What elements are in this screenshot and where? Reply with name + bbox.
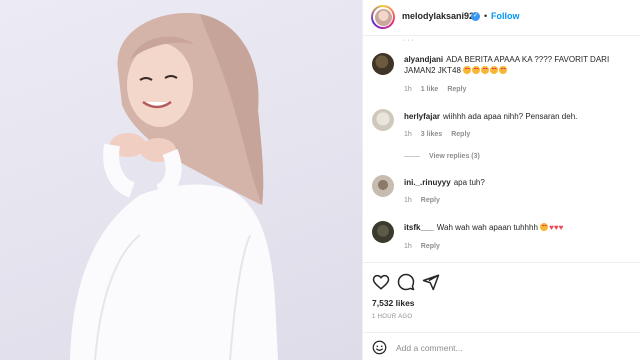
post-timestamp: 1 HOUR AGO xyxy=(372,314,413,320)
comment-meta: 1h Reply xyxy=(404,197,440,204)
comment-username[interactable]: alyandjani xyxy=(404,55,443,64)
follow-button[interactable]: Follow xyxy=(491,11,520,21)
commenter-avatar[interactable] xyxy=(372,53,394,75)
comment-text: alyandjani ADA BERITA APAAA KA ???? FAVOR… xyxy=(404,54,636,76)
scroll-fade: · · · xyxy=(403,37,414,44)
view-replies-button[interactable]: View replies (3) xyxy=(404,153,480,160)
comment-bubble-icon[interactable] xyxy=(397,273,415,291)
paper-plane-icon[interactable] xyxy=(422,273,440,291)
comment-time: 1h xyxy=(404,131,412,138)
comment-time: 1h xyxy=(404,197,412,204)
comment-body: apa tuh? xyxy=(453,178,485,187)
comment-time: 1h xyxy=(404,86,412,93)
comment-input[interactable] xyxy=(396,340,632,355)
heart-icon: ♥♥♥ xyxy=(549,223,564,232)
post-sidebar: melodylaksani92 ✓ • Follow · · · alyandj… xyxy=(362,0,640,360)
likes-count[interactable]: 7,532 likes xyxy=(372,298,415,308)
comment-username[interactable]: itsfk___ xyxy=(404,223,434,232)
comment-meta: 1h Reply xyxy=(404,243,440,250)
comment-time: 1h xyxy=(404,243,412,250)
reply-button[interactable]: Reply xyxy=(421,197,440,204)
comment-likes[interactable]: 3 likes xyxy=(421,131,442,138)
comment-text: itsfk___ Wah wah wah apaan tuhhhh ♥♥♥ xyxy=(404,222,636,233)
comment-body: wiihhh ada apaa nihh? Pensaran deh. xyxy=(443,112,578,121)
comment-meta: 1h 1 like Reply xyxy=(404,86,466,93)
view-replies-label: View replies (3) xyxy=(429,153,480,160)
author-username[interactable]: melodylaksani92 xyxy=(402,11,474,21)
add-comment-bar xyxy=(363,332,640,360)
post-photo[interactable] xyxy=(0,0,362,360)
heart-eyes-face-icon xyxy=(463,66,508,75)
smiley-icon[interactable] xyxy=(372,340,387,355)
comment-text: ini._.rinuyyy apa tuh? xyxy=(404,177,636,188)
reply-button[interactable]: Reply xyxy=(447,86,466,93)
heart-outline-icon[interactable] xyxy=(372,273,390,291)
comment-username[interactable]: herlyfajar xyxy=(404,112,440,121)
post-header: melodylaksani92 ✓ • Follow xyxy=(363,0,640,36)
comments-list[interactable]: · · · alyandjani ADA BERITA APAAA KA ????… xyxy=(363,36,640,260)
header-separator: • xyxy=(484,11,488,21)
reply-button[interactable]: Reply xyxy=(451,131,470,138)
reply-button[interactable]: Reply xyxy=(421,243,440,250)
comment-likes[interactable]: 1 like xyxy=(421,86,439,93)
commenter-avatar[interactable] xyxy=(372,109,394,131)
post-actions xyxy=(363,262,640,298)
commenter-avatar[interactable] xyxy=(372,175,394,197)
comment-username[interactable]: ini._.rinuyyy xyxy=(404,178,451,187)
post-image xyxy=(70,13,278,360)
comment-meta: 1h 3 likes Reply xyxy=(404,131,470,138)
heart-eyes-face-icon xyxy=(540,223,549,231)
verified-badge-icon: ✓ xyxy=(471,12,480,21)
comment-text: herlyfajar wiihhh ada apaa nihh? Pensaran… xyxy=(404,111,636,122)
comment-body: Wah wah wah apaan tuhhhh xyxy=(436,223,538,232)
author-avatar[interactable] xyxy=(371,5,395,29)
commenter-avatar[interactable] xyxy=(372,221,394,243)
